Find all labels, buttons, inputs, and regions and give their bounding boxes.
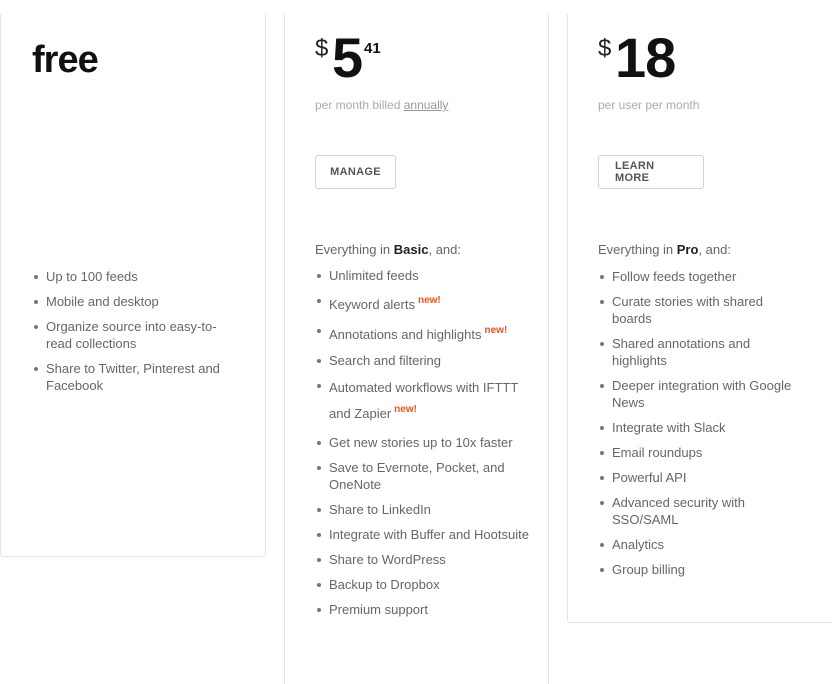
currency-symbol: $ [598, 35, 612, 62]
feature-item: Share to LinkedIn [315, 501, 530, 518]
feature-text: Annotations and highlights [329, 327, 482, 342]
feature-item: Save to Evernote, Pocket, and OneNote [315, 459, 530, 493]
feature-item: Automated workflows with IFTTT and Zapie… [315, 377, 530, 425]
feature-text: Get new stories up to 10x faster [329, 435, 513, 450]
intro-prefix: Everything in [598, 242, 677, 257]
plan-card-free: free Up to 100 feeds Mobile and desktop … [0, 14, 266, 557]
feature-item: Mobile and desktop [32, 293, 232, 310]
feature-item: Analytics [598, 536, 798, 553]
feature-item: Deeper integration with Google News [598, 377, 798, 411]
plan-card-pro: $ 18 per user per month LEARN MORE Every… [567, 14, 832, 623]
price-cents: 41 [364, 40, 381, 57]
plan-intro: Everything in Basic, and: [315, 242, 461, 257]
feature-item: Unlimited feeds [315, 267, 530, 284]
feature-item: Share to Twitter, Pinterest and Facebook [32, 360, 232, 394]
new-badge: new! [484, 325, 508, 336]
feature-text: Save to Evernote, Pocket, and OneNote [329, 460, 505, 492]
intro-prefix: Everything in [315, 242, 394, 257]
feature-item: Search and filtering [315, 352, 530, 369]
feature-item: Annotations and highlights new! [315, 322, 530, 343]
price-note: per month billed annually [315, 98, 448, 112]
feature-list: Follow feeds together Curate stories wit… [598, 268, 798, 586]
feature-item: Keyword alerts new! [315, 292, 530, 313]
price-note: per user per month [598, 98, 700, 112]
feature-text: Automated workflows with IFTTT and Zapie… [329, 380, 519, 421]
feature-item: Powerful API [598, 469, 798, 486]
feature-item: Follow feeds together [598, 268, 798, 285]
feature-item: Up to 100 feeds [32, 268, 232, 285]
feature-item: Integrate with Slack [598, 419, 798, 436]
feature-item: Curate stories with shared boards [598, 293, 798, 327]
feature-text: Unlimited feeds [329, 268, 419, 283]
feature-text: Keyword alerts [329, 297, 415, 312]
manage-button[interactable]: MANAGE [315, 155, 396, 189]
feature-text: Integrate with Buffer and Hootsuite [329, 527, 529, 542]
feature-item: Integrate with Buffer and Hootsuite [315, 526, 530, 543]
feature-item: Get new stories up to 10x faster [315, 434, 530, 451]
intro-suffix: , and: [428, 242, 461, 257]
intro-plan-name: Pro [676, 242, 699, 257]
feature-text: Share to LinkedIn [329, 502, 431, 517]
intro-suffix: , and: [698, 242, 731, 257]
new-badge: new! [417, 295, 441, 306]
plan-intro: Everything in Pro, and: [598, 242, 731, 257]
feature-item: Group billing [598, 561, 798, 578]
feature-list: Up to 100 feeds Mobile and desktop Organ… [32, 268, 232, 402]
feature-item: Premium support [315, 601, 530, 618]
feature-item: Share to WordPress [315, 551, 530, 568]
plan-name: free [32, 39, 99, 81]
feature-text: Share to WordPress [329, 552, 446, 567]
new-badge: new! [394, 404, 417, 415]
feature-item: Shared annotations and highlights [598, 335, 798, 369]
price-note-text: per month billed [315, 98, 401, 112]
currency-symbol: $ [315, 35, 329, 62]
intro-plan-name: Basic [393, 242, 429, 257]
price-amount: 18 [615, 26, 676, 89]
feature-text: Search and filtering [329, 353, 442, 368]
price-amount: 5 [332, 26, 363, 89]
feature-item: Backup to Dropbox [315, 576, 530, 593]
feature-list: Unlimited feeds Keyword alerts new! Annot… [315, 267, 530, 626]
feature-text: Premium support [329, 602, 428, 617]
learn-more-button[interactable]: LEARN MORE [598, 155, 704, 189]
feature-item: Organize source into easy-to-read collec… [32, 318, 232, 352]
feature-item: Advanced security with SSO/SAML [598, 494, 798, 528]
billing-period-link[interactable]: annually [404, 98, 449, 112]
plan-card-basic: $ 5 41 per month billed annually MANAGE … [284, 14, 549, 684]
feature-item: Email roundups [598, 444, 798, 461]
feature-text: Backup to Dropbox [329, 577, 440, 592]
